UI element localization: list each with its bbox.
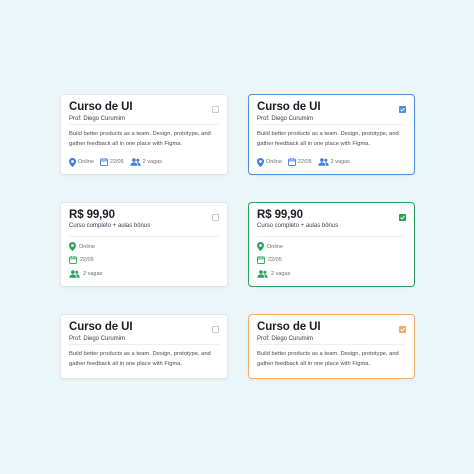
divider — [257, 236, 406, 237]
date-item: 22/05 — [69, 256, 94, 264]
card-checkbox-checked[interactable] — [399, 214, 406, 221]
mode-item: Online — [69, 242, 95, 251]
calendar-icon — [69, 256, 77, 264]
card-title: Curso de UI — [257, 101, 321, 113]
card-price: R$ 99,90 — [257, 209, 303, 221]
card-title: Curso de UI — [69, 101, 133, 113]
date-label: 22/05 — [297, 159, 312, 165]
calendar-icon — [257, 256, 265, 264]
mode-label: Online — [79, 243, 95, 250]
checkmark-icon — [399, 326, 406, 333]
card-subtitle: Prof: Diego Curumim — [69, 116, 126, 122]
card-subtitle: Prof: Diego Curumim — [69, 336, 126, 342]
card-description: Build better products as a team. Design,… — [257, 351, 399, 367]
card-description: Build better products as a team. Design,… — [69, 131, 211, 147]
card-price: R$ 99,90 — [69, 209, 115, 221]
checkmark-icon — [399, 214, 406, 221]
date-item: 22/05 — [287, 158, 312, 166]
card-subtitle: Curso completo + aulas bônus — [257, 223, 339, 229]
spots-label: 2 vagas — [330, 159, 350, 165]
date-label: 22/05 — [268, 257, 282, 263]
price-card-selected[interactable]: R$ 99,90 Curso completo + aulas bônus On… — [248, 202, 415, 287]
date-label: 22/05 — [80, 257, 94, 263]
card-title: Curso de UI — [69, 321, 133, 333]
course-card-selected[interactable]: Curso de UI Prof: Diego Curumim Build be… — [248, 94, 415, 175]
location-pin-icon — [257, 242, 264, 251]
users-icon — [69, 270, 80, 278]
divider — [257, 124, 406, 125]
card-meta: Online 22/05 2 vagas — [257, 157, 356, 167]
card-description: Build better products as a team. Design,… — [257, 131, 399, 147]
date-item: 22/05 — [257, 256, 282, 264]
spots-label: 2 vagas — [142, 159, 162, 165]
mode-label: Online — [78, 159, 94, 165]
date-item: 22/05 — [99, 158, 124, 166]
card-meta: Online 22/05 2 vagas — [69, 157, 168, 167]
spots-label: 2 vagas — [83, 271, 103, 277]
card-checkbox[interactable] — [212, 214, 219, 221]
calendar-icon — [287, 158, 296, 166]
card-checkbox[interactable] — [212, 106, 219, 113]
card-checkbox-checked[interactable] — [399, 106, 406, 113]
card-description: Build better products as a team. Design,… — [69, 351, 211, 367]
card-subtitle: Prof: Diego Curumim — [257, 116, 314, 122]
card-checkbox-checked[interactable] — [399, 326, 406, 333]
users-icon — [257, 270, 268, 278]
spots-label: 2 vagas — [271, 271, 291, 277]
price-card[interactable]: R$ 99,90 Curso completo + aulas bônus On… — [60, 202, 228, 287]
spots-item: 2 vagas — [318, 158, 350, 166]
card-subtitle: Curso completo + aulas bônus — [69, 223, 151, 229]
spots-item: 2 vagas — [69, 270, 102, 278]
users-icon — [130, 158, 141, 166]
spots-item: 2 vagas — [130, 158, 162, 166]
mode-label: Online — [266, 159, 282, 165]
divider — [69, 236, 219, 237]
calendar-icon — [99, 158, 108, 166]
divider — [69, 124, 219, 125]
checkmark-icon — [399, 106, 406, 113]
card-checkbox[interactable] — [212, 326, 219, 333]
spots-item: 2 vagas — [257, 270, 290, 278]
divider — [257, 344, 406, 345]
location-pin-icon — [257, 157, 264, 167]
date-label: 22/05 — [109, 159, 124, 165]
course-card-compact-selected[interactable]: Curso de UI Prof: Diego Curumim Build be… — [248, 314, 415, 379]
mode-item: Online — [257, 242, 283, 251]
mode-label: Online — [267, 243, 283, 250]
users-icon — [318, 158, 329, 166]
course-card[interactable]: Curso de UI Prof: Diego Curumim Build be… — [60, 94, 228, 175]
course-card-compact[interactable]: Curso de UI Prof: Diego Curumim Build be… — [60, 314, 228, 379]
card-title: Curso de UI — [257, 321, 321, 333]
location-pin-icon — [69, 242, 76, 251]
divider — [69, 344, 219, 345]
location-pin-icon — [69, 157, 76, 167]
card-subtitle: Prof: Diego Curumim — [257, 336, 314, 342]
mode-item: Online — [257, 157, 282, 167]
mode-item: Online — [69, 157, 94, 167]
